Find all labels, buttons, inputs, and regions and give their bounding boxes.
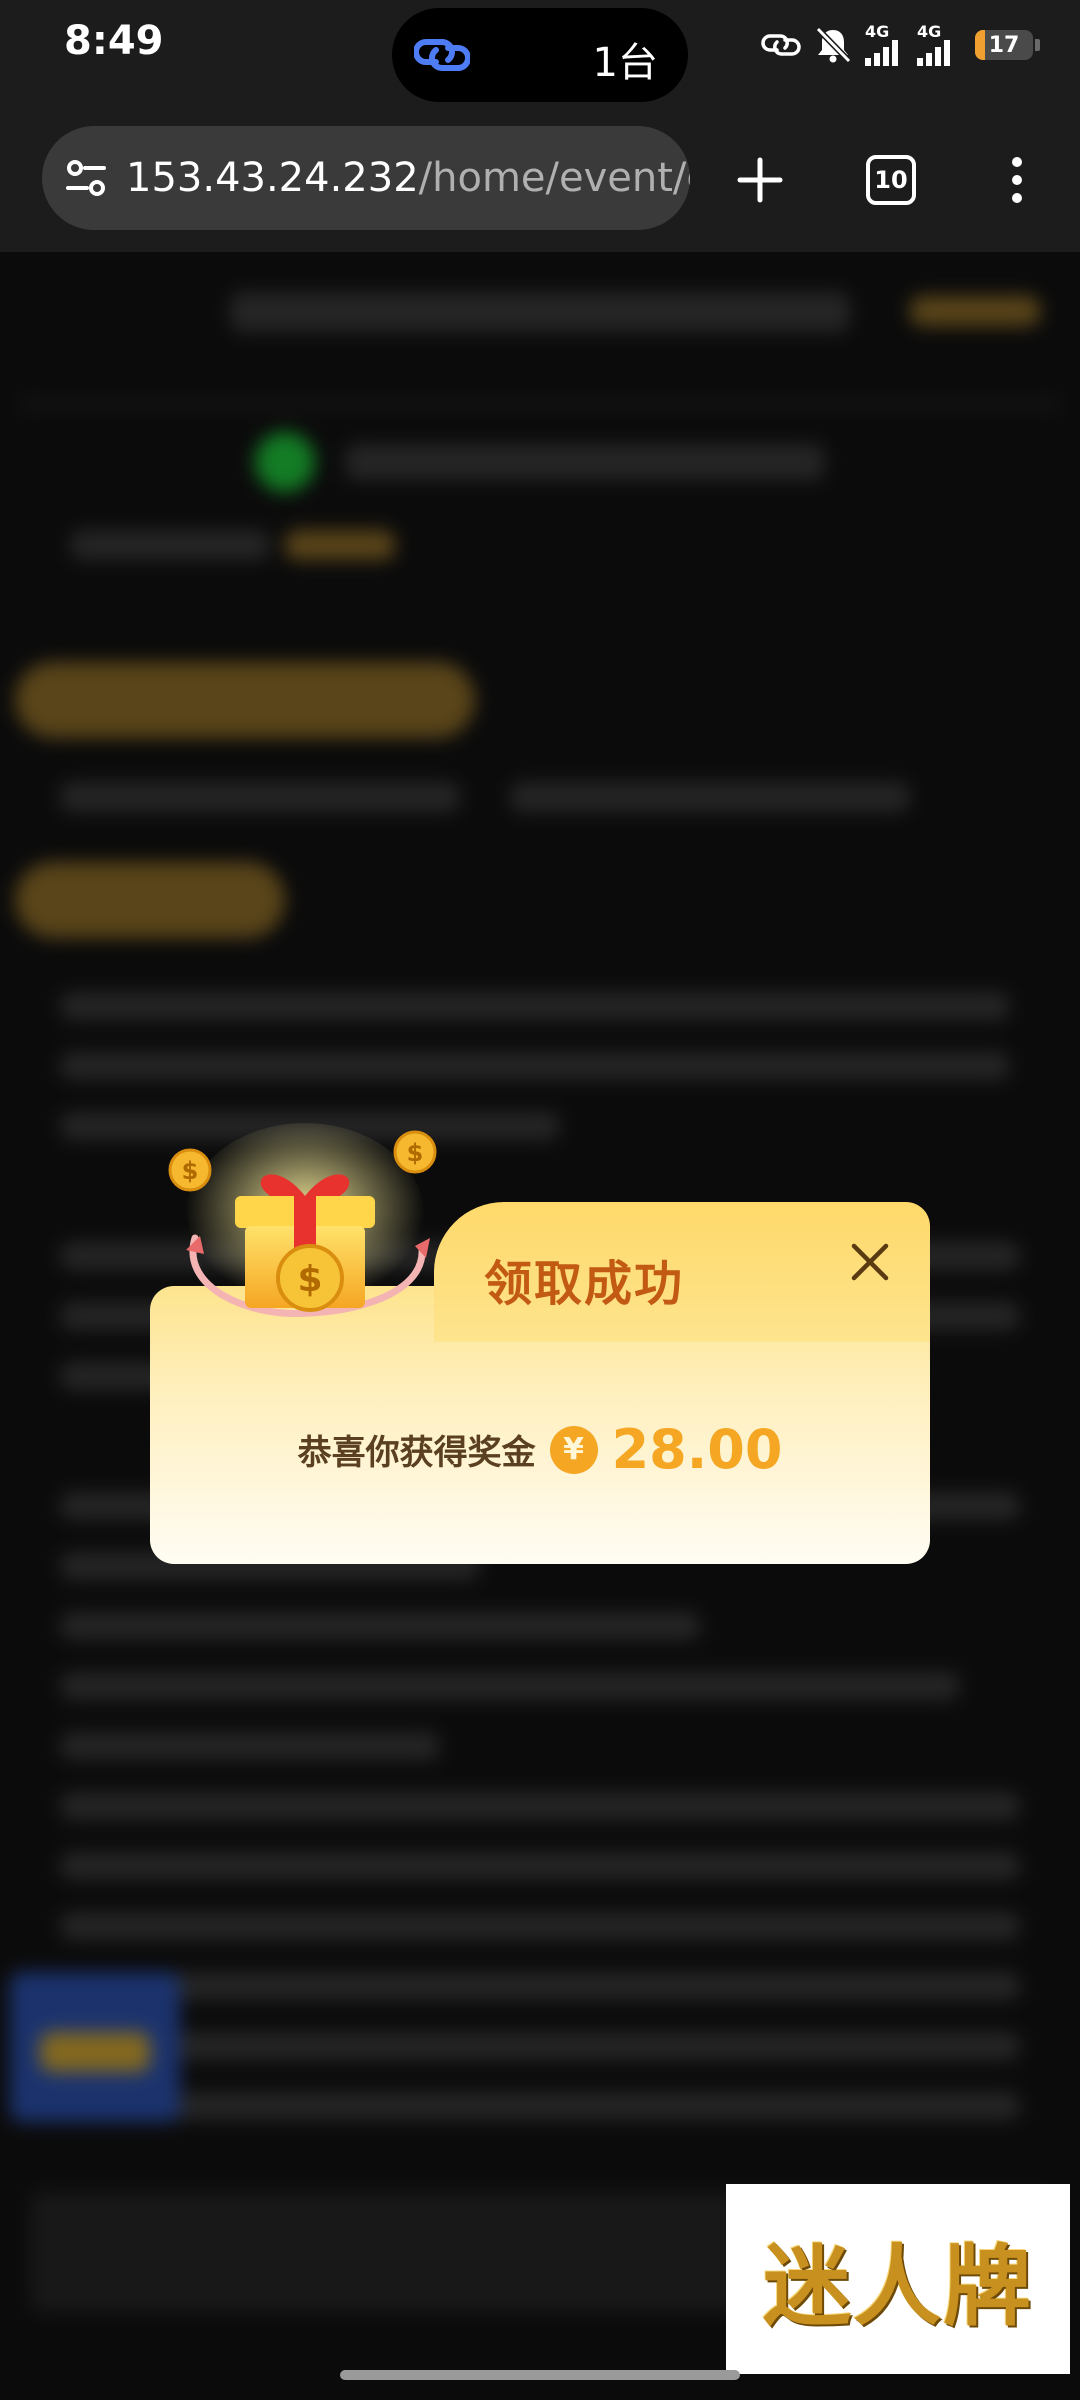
- close-icon[interactable]: [846, 1238, 894, 1286]
- more-vertical-icon: [1012, 157, 1022, 203]
- signal-icon: [917, 40, 950, 66]
- network-type-1: 4G: [865, 22, 890, 41]
- battery-fill: [975, 30, 985, 60]
- url-host: 153.43.24.232: [126, 155, 419, 201]
- link-icon: [414, 39, 470, 71]
- home-indicator[interactable]: [340, 2370, 740, 2380]
- svg-text:$: $: [407, 1139, 424, 1167]
- link-icon: [761, 34, 801, 56]
- bell-muted-icon: [815, 26, 852, 64]
- browser-toolbar: 153.43.24.232/home/event/de 10: [0, 110, 1080, 252]
- dynamic-island[interactable]: 1台: [392, 8, 688, 102]
- battery-icon: 17: [975, 30, 1033, 60]
- gift-box-icon: $ $ $: [168, 1123, 437, 1318]
- status-bar: 8:49 1台 4G 4G 17: [0, 0, 1080, 110]
- more-menu-button[interactable]: [981, 144, 1053, 216]
- site-settings-icon[interactable]: [64, 156, 108, 200]
- plus-icon: [737, 157, 783, 203]
- reward-success-modal: 领取成功 $ $ $ 恭喜你获得奖金 ¥ 28.00: [150, 1118, 930, 1564]
- tab-count: 10: [874, 166, 908, 194]
- island-text: 1台: [592, 40, 658, 86]
- modal-title: 领取成功: [484, 1256, 685, 1312]
- url-text[interactable]: 153.43.24.232/home/event/de: [126, 126, 690, 230]
- svg-text:$: $: [182, 1157, 199, 1185]
- watermark-logo: 迷人牌: [726, 2184, 1070, 2374]
- new-tab-button[interactable]: [724, 144, 796, 216]
- battery-level: 17: [988, 32, 1020, 58]
- battery-tip: [1035, 39, 1040, 51]
- reward-line: 恭喜你获得奖金 ¥ 28.00: [150, 1418, 930, 1481]
- svg-text:$: $: [297, 1259, 322, 1300]
- url-path: /home/event/de: [418, 155, 690, 201]
- status-time: 8:49: [64, 18, 164, 64]
- signal-icon: [865, 40, 898, 66]
- reward-amount: 28.00: [611, 1418, 783, 1481]
- status-icons: 4G 4G 17: [761, 20, 1040, 70]
- yen-coin-icon: ¥: [549, 1425, 598, 1474]
- tabs-button[interactable]: 10: [855, 144, 927, 216]
- network-type-2: 4G: [917, 22, 942, 41]
- tabs-icon: 10: [866, 155, 916, 205]
- address-bar[interactable]: 153.43.24.232/home/event/de: [42, 126, 690, 230]
- reward-label: 恭喜你获得奖金: [297, 1433, 536, 1473]
- watermark-text: 迷人牌: [762, 2233, 1033, 2338]
